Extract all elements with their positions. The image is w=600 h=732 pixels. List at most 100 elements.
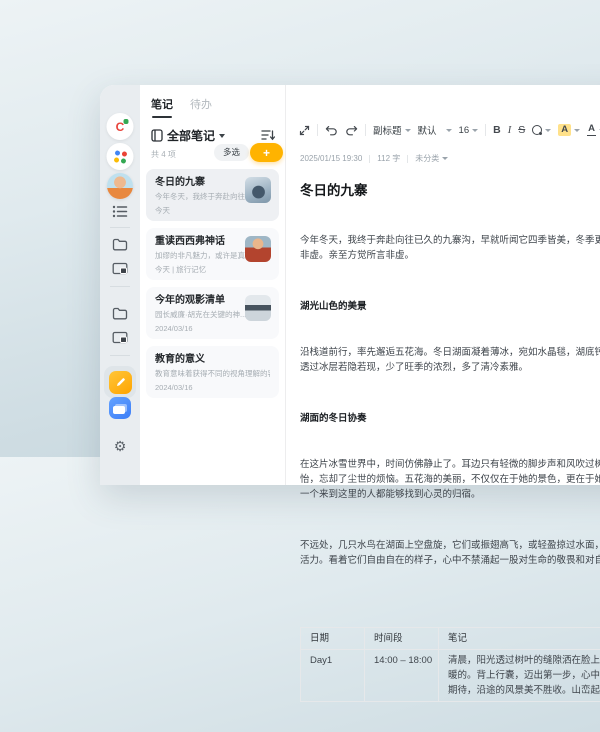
col-header-time: 时间段 [365,628,439,650]
section-heading: 湖面的冬日协奏 [300,411,600,426]
cell-note: 清晨，阳光透过树叶的缝隙洒在脸上，暖洋 暖的。背上行囊，迈出第一步，心中满是了 … [439,650,600,702]
note-title-heading: 冬日的九寨 [300,179,368,199]
section-heading: 湖光山色的美景 [300,299,600,314]
toolbar-divider [317,124,318,136]
strikethrough-button[interactable]: S [518,124,525,136]
multiselect-button[interactable]: 多选 [214,144,249,161]
meta-divider [407,155,408,163]
font-family-dropdown[interactable]: 默认 [418,123,452,137]
italic-button[interactable]: I [508,125,512,136]
note-card-3[interactable]: 今年的观影清单 园长威廉·胡克在关键的神... 2024/03/16 [146,287,279,339]
folder-badge-icon [112,262,128,275]
dock-divider [110,227,130,228]
expand-icon [299,125,310,136]
folder-icon [112,307,128,320]
note-thumbnail [245,295,271,321]
folder-button-1[interactable] [112,238,128,251]
editor-panel: 副标题 默认 16 B I S A A [286,85,600,485]
editor-toolbar: 副标题 默认 16 B I S A A [299,123,600,137]
heading-style-dropdown[interactable]: 副标题 [373,123,411,137]
notes-list: 冬日的九寨 今年冬天，我终于奔赴向往... 今天 重读西西弗神话 加缪的非凡魅力… [146,169,279,405]
table-row: Day1 14:00 – 18:00 清晨，阳光透过树叶的缝隙洒在脸上，暖洋 暖… [301,650,600,702]
meta-divider [369,155,370,163]
paragraph: 沿栈道前行，率先邂逅五花海。冬日湖面凝着薄冰，宛如水晶毯，湖底钙化沉积与枯木 透… [300,345,600,375]
note-card-1[interactable]: 冬日的九寨 今年冬天，我终于奔赴向往... 今天 [146,169,279,221]
toolbar-divider [365,124,366,136]
undo-icon [325,125,338,136]
assistant-logo-icon: C [116,121,125,133]
toolbar-divider [485,124,486,136]
paragraph: 不远处，几只水鸟在湖面上空盘旋，它们或振翅高飞，或轻盈掠过水面，为这片宁静增添了… [300,538,600,568]
note-card-2[interactable]: 重读西西弗神话 加缪的非凡魅力，或许是真... 今天 | 旅行记忆 [146,228,279,280]
note-title: 教育的意义 [155,353,270,366]
itinerary-table: 日期 时间段 笔记 Day1 14:00 – 18:00 清晨，阳光透过树叶的缝… [300,627,600,702]
chevron-down-icon [442,157,448,160]
notes-app-button[interactable] [104,366,136,398]
chevron-down-icon [472,129,478,132]
category-dropdown[interactable]: 未分类 [415,153,448,164]
tab-todo[interactable]: 待办 [190,96,212,112]
undo-button[interactable] [325,125,338,136]
todo-app-button[interactable] [109,397,131,419]
note-meta-row: 2025/01/15 19:30 112 字 未分类 [300,153,448,164]
add-note-button[interactable]: + [250,143,283,162]
note-list-icon [113,205,128,218]
highlight-dropdown[interactable]: A [558,124,580,136]
notes-count: 共 4 项 [151,149,176,160]
sort-icon [261,129,275,141]
folder-badge-icon [112,331,128,344]
private-folder-button-2[interactable] [112,331,128,344]
note-meta: 2024/03/16 [155,383,270,393]
note-meta: 今天 | 旅行记忆 [155,265,270,275]
note-card-4[interactable]: 教育的意义 教育意味着获得不同的视角理解的客... 2024/03/16 [146,346,279,398]
cell-time: 14:00 – 18:00 [365,650,439,702]
expand-button[interactable] [299,125,310,136]
color-wheel-dropdown[interactable] [532,125,551,135]
widgets-icon [113,150,127,164]
color-wheel-icon [532,125,542,135]
font-size-value: 16 [459,125,470,136]
filter-label: 全部笔记 [167,127,215,144]
note-thumbnail [245,236,271,262]
col-header-note: 笔记 [439,628,600,650]
chevron-down-icon [405,129,411,132]
note-list-button[interactable] [113,205,128,218]
tab-notes[interactable]: 笔记 [151,96,173,112]
font-color-dropdown[interactable]: A [587,124,600,135]
col-header-date: 日期 [301,628,365,650]
notes-app-icon [109,371,132,394]
sort-button[interactable] [261,129,275,141]
settings-gear-icon[interactable]: ⚙ [114,439,127,453]
notebook-filter[interactable]: 全部笔记 [151,127,225,144]
notes-list-panel: 笔记 待办 全部笔记 共 4 项 多选 + 冬日的九 [140,85,286,485]
dock-divider [110,286,130,287]
redo-button[interactable] [345,125,358,136]
cell-date: Day1 [301,650,365,702]
highlight-icon: A [558,124,571,136]
private-folder-button-1[interactable] [112,262,128,275]
note-thumbnail [245,177,271,203]
panel-tabs: 笔记 待办 [151,96,212,112]
font-size-dropdown[interactable]: 16 [459,125,479,136]
paragraph: 在这片冰雪世界中，时间仿佛静止了。耳边只有轻微的脚步声和风吹过树梢的声音，心旷神… [300,457,600,502]
bold-button[interactable]: B [493,124,501,136]
category-value: 未分类 [415,153,439,164]
widgets-button[interactable] [107,143,134,170]
dock-divider [110,355,130,356]
font-family-value: 默认 [418,123,437,137]
note-meta: 2024/03/16 [155,324,270,334]
note-body[interactable]: 今年冬天，我终于奔赴向往已久的九寨沟，早就听闻它四季皆美，冬季更是独具韵味，所言… [300,203,600,732]
chevron-down-icon [219,134,225,138]
folder-button-2[interactable] [112,307,128,320]
note-meta: 今天 [155,206,270,216]
notebook-icon [151,129,163,142]
folder-icon [112,238,128,251]
heading-style-value: 副标题 [373,123,402,137]
note-word-count: 112 字 [377,153,400,164]
paragraph: 今年冬天，我终于奔赴向往已久的九寨沟，早就听闻它四季皆美，冬季更是独具韵味，所言… [300,233,600,263]
user-avatar[interactable] [107,173,133,199]
assistant-logo-button[interactable]: C [107,113,134,140]
redo-icon [345,125,358,136]
chevron-down-icon [574,129,580,132]
font-color-icon: A [587,124,596,135]
